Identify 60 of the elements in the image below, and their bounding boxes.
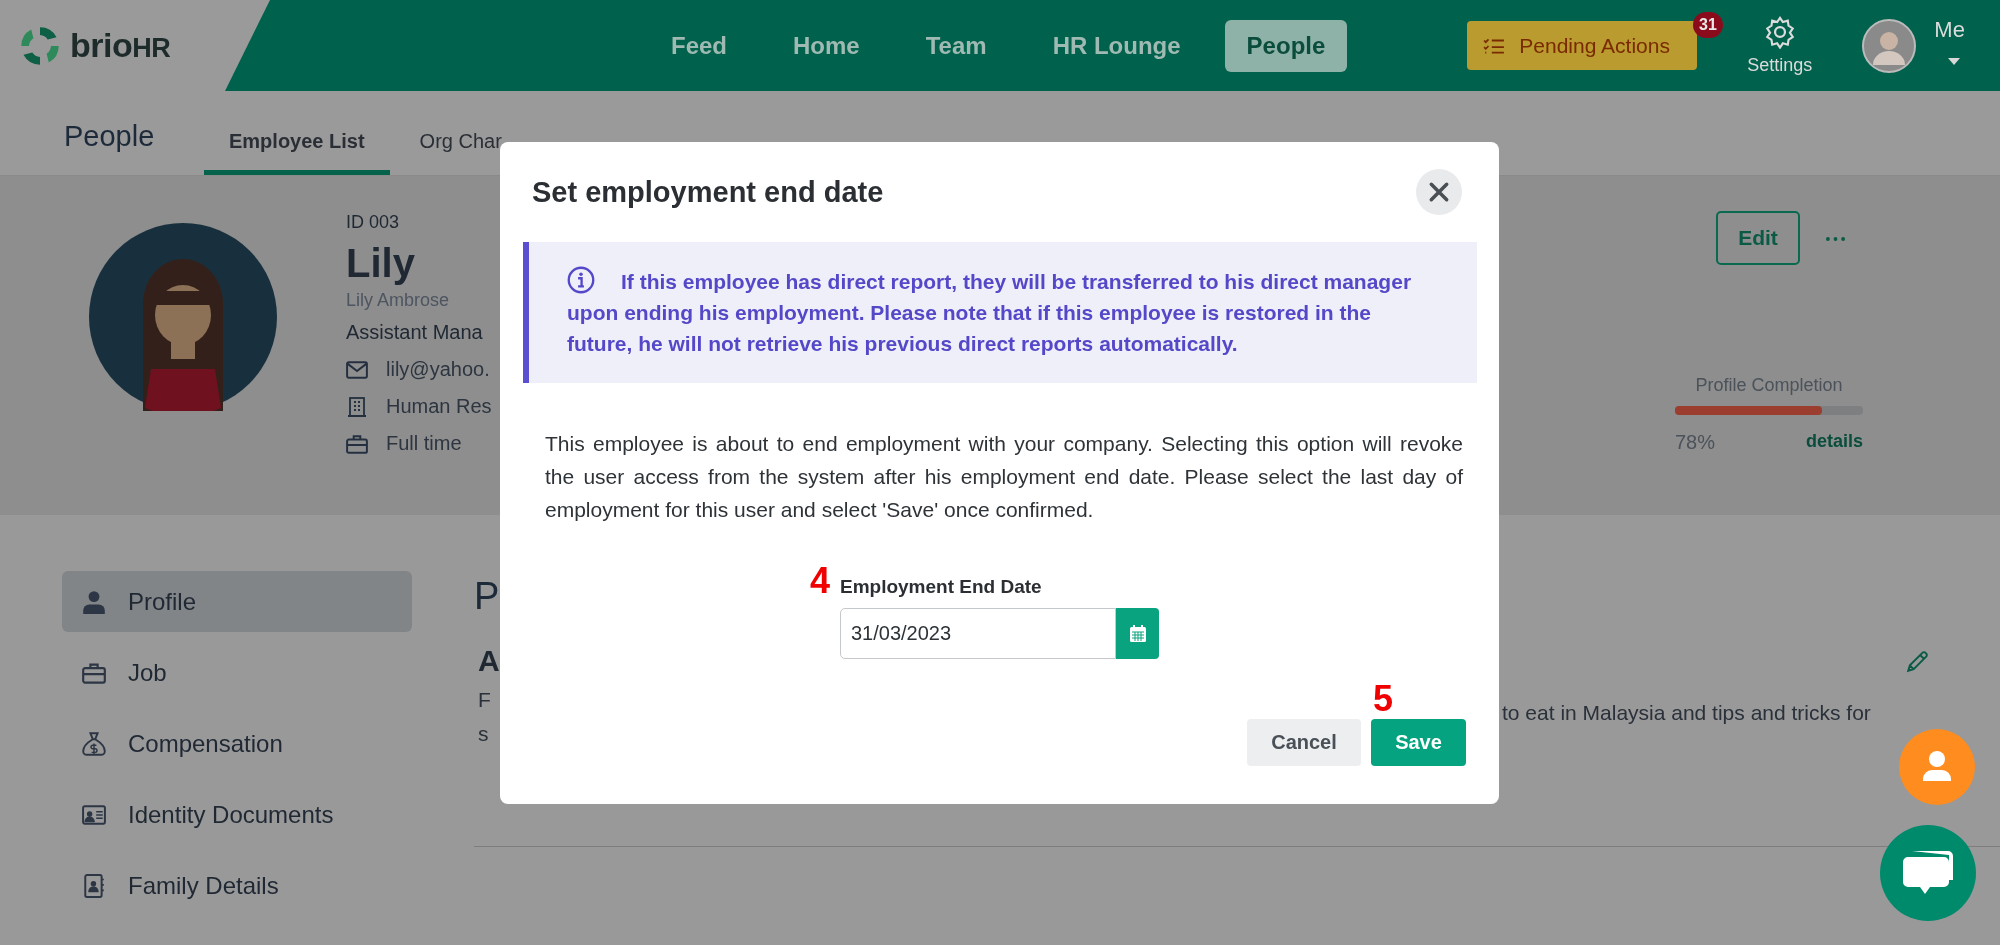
about-title: A (478, 644, 500, 678)
dialog-title: Set employment end date (532, 175, 884, 209)
employee-id: ID 003 (346, 212, 401, 233)
chat-button[interactable] (1880, 825, 1976, 921)
details-link[interactable]: details (1805, 431, 1863, 454)
contact-book-icon (82, 873, 106, 898)
full-name: Lily Ambrose (346, 290, 451, 311)
close-icon (1428, 181, 1450, 203)
settings-link[interactable]: Settings (1747, 15, 1813, 76)
pencil-icon[interactable] (1905, 648, 1931, 674)
field-label: Employment End Date (840, 576, 1043, 598)
profile-detail: Full time (386, 432, 462, 455)
sidebar-item[interactable]: Profile (62, 571, 412, 632)
page-title: People (63, 120, 156, 154)
nav-tab[interactable]: Home (771, 19, 882, 72)
money-bag-icon (82, 731, 106, 756)
close-button[interactable] (1416, 169, 1462, 215)
edit-button[interactable]: Edit (1716, 211, 1800, 265)
nav-tab[interactable]: Team (903, 19, 1009, 72)
sidebar-item[interactable]: Compensation (62, 713, 412, 774)
pending-actions-button[interactable]: Pending Actions (1467, 21, 1698, 70)
about-text: F (478, 688, 491, 712)
briefcase-icon (346, 433, 368, 454)
notice-text: If this employee has direct report, they will be transferred to his direct manager upon ending his employment. Please note that if this employee is restored in the future, he will not retrieve his previous direct reports automatically. (567, 266, 1427, 359)
step-marker: 5 (1373, 679, 1394, 719)
person-icon (82, 589, 106, 614)
sidebar-item[interactable]: Job (62, 642, 412, 703)
sidebar-item[interactable]: Family Details (62, 855, 412, 916)
id-card-icon (82, 802, 106, 827)
dialog-message: This employee is about to end employment with your company. Selecting this option will revoke the user access from the system after his employment end date. Please select the last day of employment for this user and select 'Save' once confirmed. (545, 431, 1463, 523)
building-icon (346, 396, 368, 417)
calendar-button[interactable] (1116, 608, 1159, 659)
nav-tab[interactable]: HR Lounge (1030, 19, 1203, 72)
person-icon-button[interactable] (1899, 729, 1975, 805)
checklist-icon (1483, 36, 1506, 55)
completion-label: Profile Completion (1694, 375, 1844, 396)
notification-badge: 31 (1693, 12, 1723, 38)
caret-icon[interactable] (1948, 58, 1960, 66)
account-menu[interactable]: Me (1934, 16, 1965, 43)
date-field[interactable]: 31/03/2023 (840, 608, 1116, 659)
profile-detail: lily@yahoo. (386, 358, 490, 381)
about-text: s (478, 722, 489, 746)
sidebar-item[interactable]: Identity Documents (62, 784, 412, 845)
logo-text: brioHR (70, 26, 171, 65)
section-title: P (474, 575, 500, 618)
info-icon (567, 266, 595, 294)
save-button[interactable]: Save (1371, 719, 1466, 766)
job-title: Assistant Mana (346, 321, 484, 344)
nav-tab[interactable]: People (1224, 19, 1348, 72)
cancel-button[interactable]: Cancel (1247, 719, 1361, 766)
more-icon[interactable] (1826, 237, 1845, 241)
calendar-icon (1127, 623, 1148, 644)
nav-tab[interactable]: Feed (649, 19, 749, 72)
avatar[interactable] (1862, 18, 1917, 73)
profile-detail: Human Res (386, 395, 492, 418)
about-text: to eat in Malaysia and tips and tricks for (1502, 701, 1871, 725)
completion-percent: 78% (1675, 431, 1716, 454)
employee-name: Lily (346, 241, 416, 286)
step-marker: 4 (810, 560, 831, 602)
envelope-icon (346, 359, 368, 380)
